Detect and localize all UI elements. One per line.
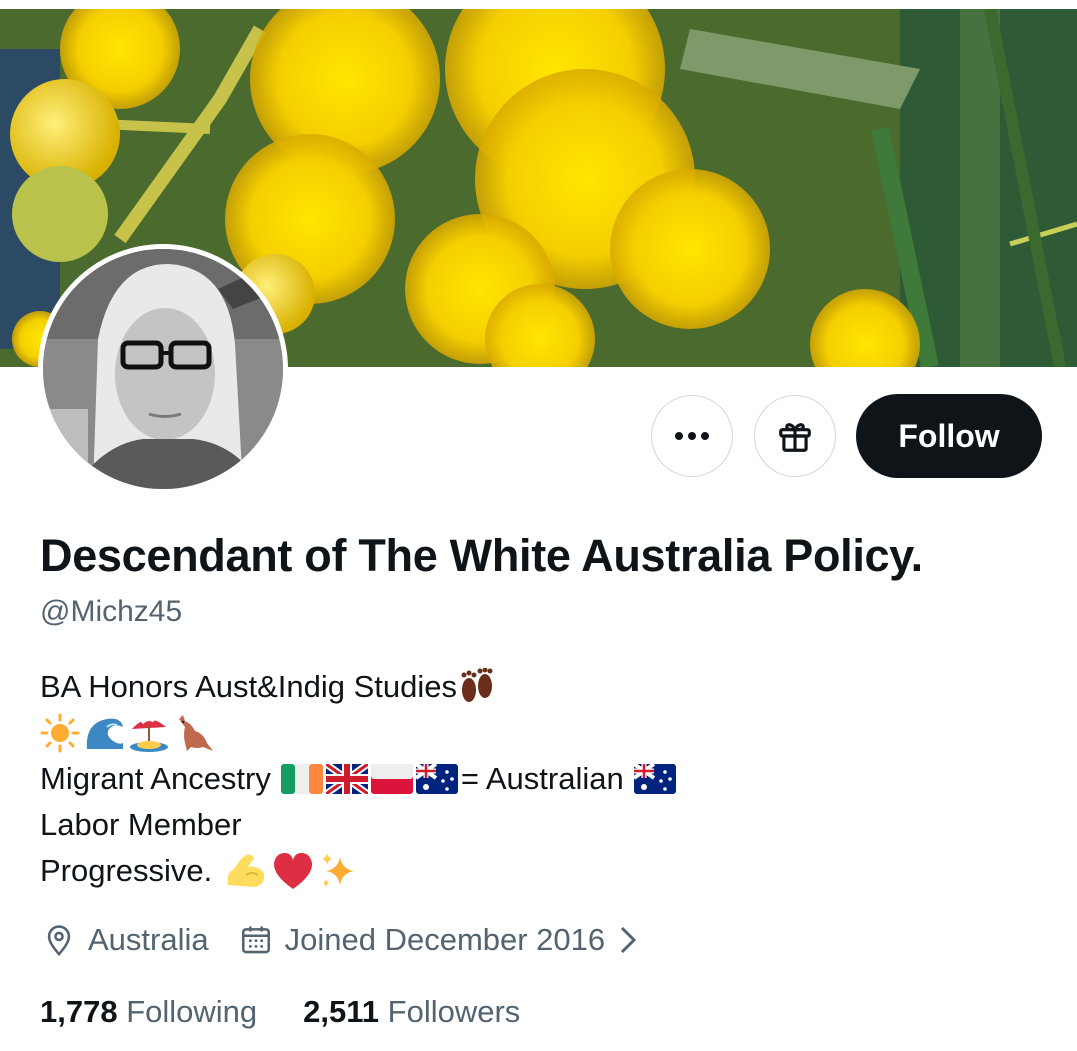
flexed-biceps-icon bbox=[224, 851, 268, 891]
joined-text: Joined December 2016 bbox=[284, 922, 606, 957]
bio-line: BA Honors Aust&Indig Studies bbox=[40, 664, 1040, 710]
red-heart-icon bbox=[271, 851, 315, 891]
profile-bio: BA Honors Aust&Indig Studies Migrant Anc… bbox=[40, 664, 1040, 894]
more-icon bbox=[675, 432, 709, 440]
joined-item[interactable]: Joined December 2016 bbox=[239, 922, 652, 958]
australia-flag-icon bbox=[633, 764, 676, 794]
location-pin-icon bbox=[47, 925, 71, 957]
location-text: Australia bbox=[88, 922, 209, 957]
following-label: Following bbox=[126, 994, 258, 1029]
sun-icon bbox=[40, 713, 80, 753]
ireland-flag-icon bbox=[280, 764, 323, 794]
calendar-icon bbox=[241, 926, 270, 954]
avatar-photo bbox=[43, 249, 283, 489]
profile-avatar[interactable] bbox=[38, 244, 288, 494]
profile-meta: Australia Joined December 2016 bbox=[42, 922, 681, 958]
kangaroo-icon bbox=[173, 713, 215, 753]
australia-flag-icon bbox=[415, 764, 458, 794]
bio-text: = Australian bbox=[460, 761, 624, 796]
uk-flag-icon bbox=[325, 764, 368, 794]
follow-button[interactable]: Follow bbox=[856, 394, 1042, 478]
following-count: 1,778 bbox=[40, 994, 118, 1029]
bio-text: Labor Member bbox=[40, 807, 242, 842]
followers-count: 2,511 bbox=[303, 994, 380, 1029]
profile-page: Follow Descendant of The White Australia… bbox=[0, 0, 1077, 1051]
gift-button[interactable] bbox=[754, 395, 836, 477]
bio-line: Migrant Ancestry = Australian bbox=[40, 756, 1040, 802]
poland-flag-icon bbox=[370, 764, 413, 794]
wave-icon bbox=[83, 713, 125, 753]
chevron-right-icon bbox=[621, 926, 637, 954]
bio-line: Progressive. bbox=[40, 848, 1040, 894]
bio-text: Migrant Ancestry bbox=[40, 761, 271, 796]
following-link[interactable]: 1,778 Following bbox=[40, 994, 257, 1030]
bio-text: Progressive. bbox=[40, 853, 213, 888]
beach-umbrella-icon bbox=[128, 713, 170, 753]
sparkles-icon bbox=[318, 851, 358, 891]
bio-text: BA Honors Aust&Indig Studies bbox=[40, 669, 458, 704]
location-item: Australia bbox=[42, 922, 209, 958]
followers-label: Followers bbox=[387, 994, 521, 1029]
user-handle: @Michz45 bbox=[40, 595, 183, 628]
followers-link[interactable]: 2,511 Followers bbox=[303, 994, 520, 1030]
gift-icon bbox=[779, 423, 811, 452]
footprints-icon bbox=[457, 668, 497, 706]
more-options-button[interactable] bbox=[651, 395, 733, 477]
bio-line: Labor Member bbox=[40, 802, 1040, 848]
bio-line bbox=[40, 710, 1040, 756]
follow-counts: 1,778 Following 2,511 Followers bbox=[40, 994, 566, 1030]
display-name: Descendant of The White Australia Policy… bbox=[40, 530, 923, 581]
